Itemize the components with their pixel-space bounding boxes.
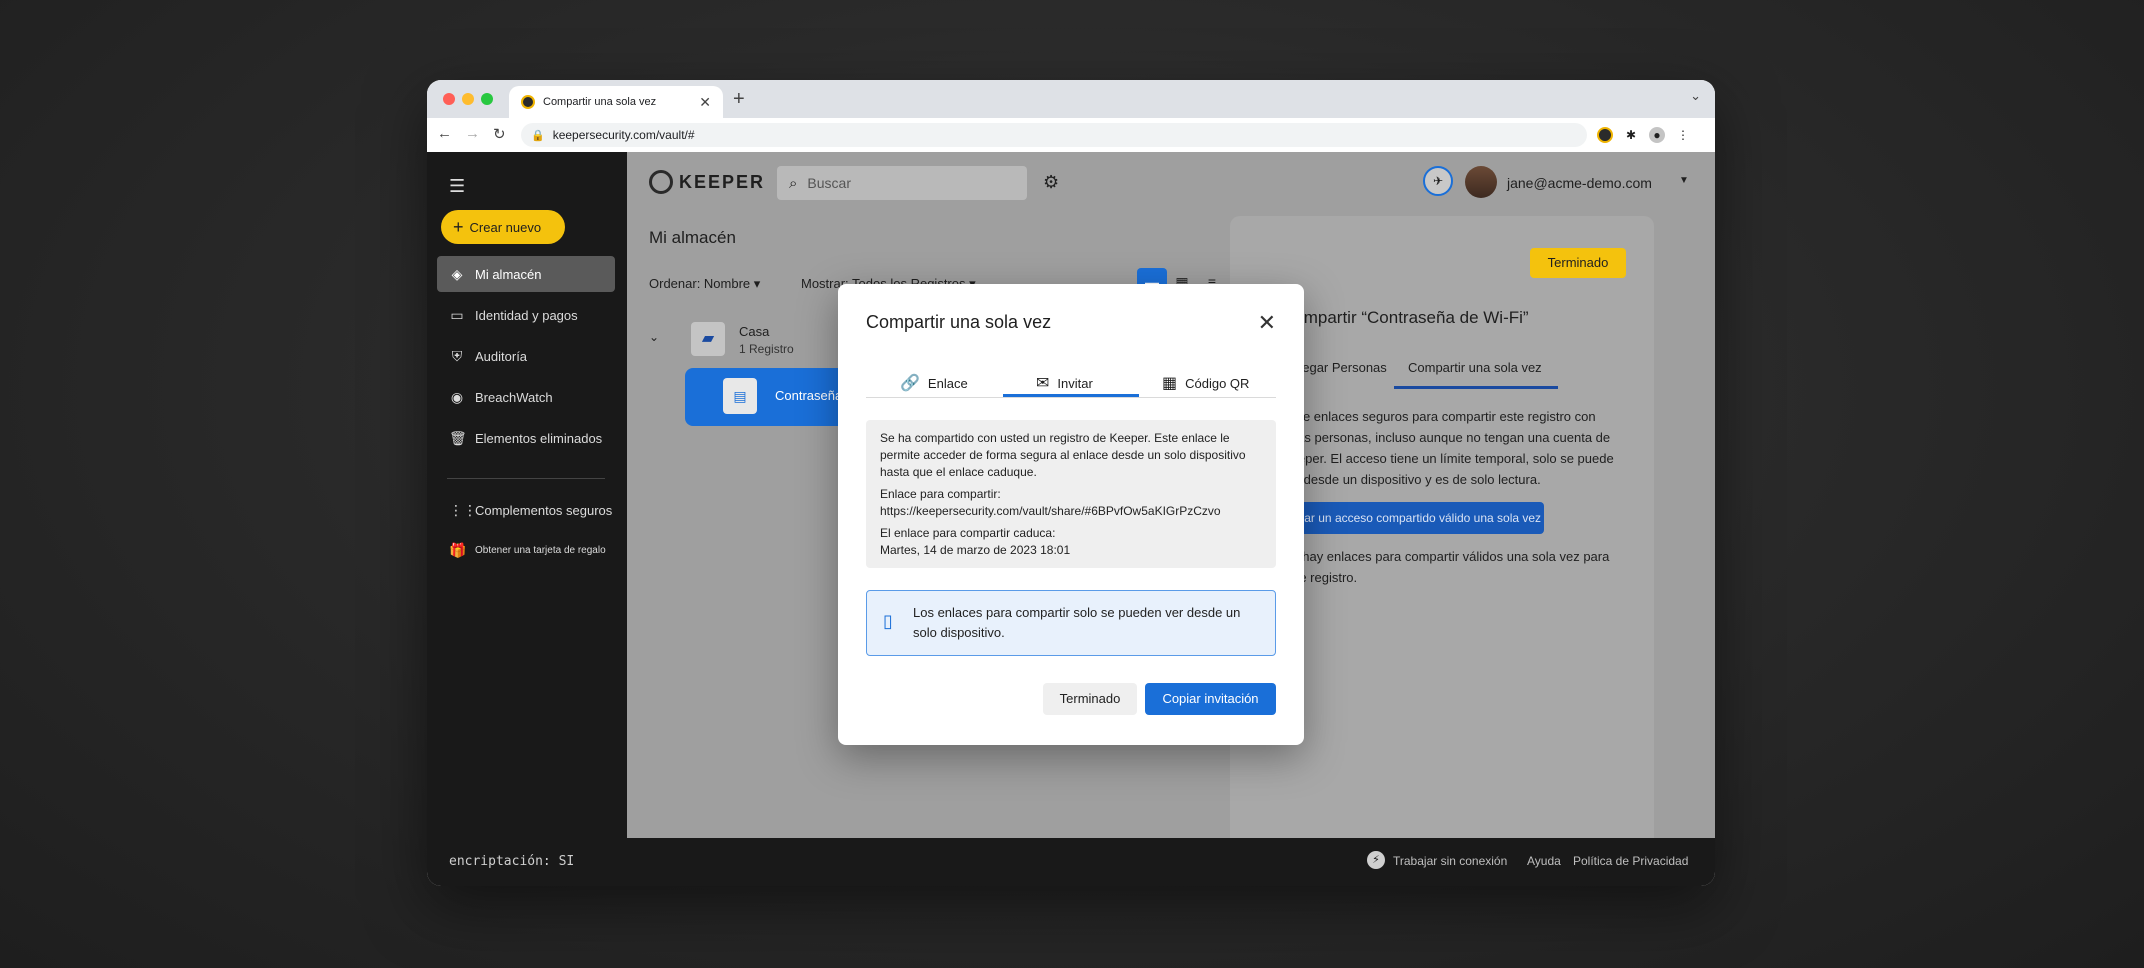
tab-close-icon[interactable]: ✕: [699, 94, 711, 111]
forward-icon[interactable]: →: [465, 125, 480, 142]
folder-icon: ▰: [691, 322, 725, 356]
keeper-favicon-icon: [521, 95, 535, 109]
sidebar-item-secure-addons[interactable]: ⋮⋮ Complementos seguros: [437, 492, 615, 528]
search-icon: ⌕: [789, 174, 798, 192]
sort-dropdown[interactable]: Ordenar: Nombre ▾: [649, 276, 760, 292]
create-one-time-share-button[interactable]: Crear un acceso compartido válido una so…: [1282, 502, 1544, 534]
close-icon[interactable]: ✕: [1258, 310, 1276, 336]
card-icon: ▭: [450, 306, 464, 323]
record-file-icon: ▤: [723, 378, 757, 414]
copy-invitation-button[interactable]: Copiar invitación: [1145, 683, 1276, 715]
expires-label: El enlace para compartir caduca:: [880, 526, 1056, 540]
profile-icon[interactable]: ●: [1649, 127, 1665, 143]
privacy-policy-link[interactable]: Política de Privacidad: [1573, 854, 1688, 868]
sidebar-item-audit[interactable]: ⛨ Auditoría: [437, 338, 615, 374]
browser-toolbar: ← → ↻ 🔒 keepersecurity.com/vault/# ✱ ● ⋮: [427, 118, 1715, 153]
panel-done-button[interactable]: Terminado: [1530, 248, 1626, 278]
keeper-logo: KEEPER: [649, 170, 765, 194]
account-email[interactable]: jane@acme-demo.com: [1507, 175, 1652, 191]
keeper-logo-icon: [649, 170, 673, 194]
page-title: Mi almacén: [649, 228, 736, 247]
folder-count: 1 Registro: [739, 342, 794, 356]
chevron-down-icon[interactable]: ⌄: [649, 330, 659, 344]
url-text: keepersecurity.com/vault/#: [552, 128, 695, 142]
search-input[interactable]: [805, 174, 1010, 192]
tab-qr-code[interactable]: ▦ Código QR: [1162, 368, 1249, 398]
help-link[interactable]: Ayuda: [1527, 854, 1561, 868]
tab-bar: Compartir una sola vez ✕ + ⌄: [427, 80, 1715, 118]
dialog-title: Compartir una sola vez: [866, 312, 1052, 332]
info-banner: ▯ Los enlaces para compartir solo se pue…: [866, 590, 1276, 656]
back-icon[interactable]: ←: [437, 125, 452, 142]
active-tab-indicator: [1394, 386, 1558, 389]
sidebar-item-gift-card[interactable]: 🎁 Obtener una tarjeta de regalo: [437, 532, 615, 568]
panel-note: No hay enlaces para compartir válidos un…: [1282, 549, 1610, 585]
device-icon: ▯: [883, 611, 893, 631]
folder-name: Casa: [739, 324, 770, 339]
new-tab-icon[interactable]: +: [733, 88, 745, 111]
tab-one-time-share[interactable]: Compartir una sola vez: [1408, 360, 1542, 375]
panel-title: Compartir “Contraseña de Wi-Fi”: [1282, 308, 1529, 327]
maximize-window-button[interactable]: [481, 93, 493, 105]
done-button[interactable]: Terminado: [1043, 683, 1137, 715]
invitation-message-box: Se ha compartido con usted un registro d…: [866, 420, 1276, 568]
close-window-button[interactable]: [443, 93, 455, 105]
extensions-puzzle-icon[interactable]: ✱: [1623, 127, 1639, 143]
work-offline-link[interactable]: Trabajar sin conexión: [1393, 854, 1507, 868]
avatar[interactable]: [1465, 166, 1497, 198]
trash-icon: 🗑: [449, 429, 467, 446]
grid-icon: ⋮⋮: [449, 501, 477, 518]
one-time-share-dialog: Compartir una sola vez ✕ 🔗 Enlace ✉ Invi…: [838, 284, 1304, 745]
footer: encriptación: SI ⚡ Trabajar sin conexión…: [427, 838, 1715, 886]
offline-bolt-icon[interactable]: ⚡: [1367, 851, 1385, 869]
tab-search-chevron-icon[interactable]: ⌄: [1690, 88, 1701, 104]
info-text: Los enlaces para compartir solo se puede…: [913, 605, 1241, 640]
invitation-message: Se ha compartido con usted un registro d…: [880, 431, 1246, 479]
sync-status-icon[interactable]: ✈: [1423, 166, 1453, 196]
browser-tab[interactable]: Compartir una sola vez ✕: [509, 86, 723, 118]
keeper-extension-icon[interactable]: [1597, 127, 1613, 143]
share-link-label: Enlace para compartir:: [880, 487, 1001, 501]
create-new-button[interactable]: + Crear nuevo: [441, 210, 565, 244]
sidebar-divider: [447, 478, 605, 479]
filter-sliders-icon[interactable]: ⚙: [1043, 172, 1059, 193]
link-icon: 🔗: [900, 375, 920, 392]
share-link-url: https://keepersecurity.com/vault/share/#…: [880, 504, 1221, 518]
active-tab-indicator: [1003, 394, 1139, 397]
gift-icon: 🎁: [449, 541, 467, 558]
chevron-down-icon[interactable]: ▼: [1679, 175, 1689, 186]
tab-link[interactable]: 🔗 Enlace: [900, 368, 968, 398]
encryption-status: encriptación: SI: [449, 854, 575, 869]
tab-divider: [866, 397, 1276, 398]
mail-icon: ✉: [1036, 375, 1050, 392]
shield-icon: ⛨: [451, 347, 463, 364]
reload-icon[interactable]: ↻: [493, 125, 506, 143]
breachwatch-icon: ◉: [450, 388, 464, 405]
address-bar[interactable]: 🔒 keepersecurity.com/vault/#: [521, 123, 1587, 147]
search-box[interactable]: ⌕: [777, 166, 1027, 200]
lock-icon: 🔒: [531, 129, 545, 142]
browser-menu-icon[interactable]: ⋮: [1675, 127, 1691, 143]
sidebar: ☰ + Crear nuevo ◈ Mi almacén ▭ Identidad…: [427, 152, 627, 838]
panel-description: Cree enlaces seguros para compartir este…: [1282, 409, 1614, 487]
plus-icon: +: [453, 216, 464, 237]
qr-code-icon: ▦: [1162, 375, 1178, 392]
sidebar-item-vault[interactable]: ◈ Mi almacén: [437, 256, 615, 292]
vault-icon: ◈: [451, 265, 463, 282]
expires-date: Martes, 14 de marzo de 2023 18:01: [880, 543, 1071, 557]
sidebar-item-deleted[interactable]: 🗑 Elementos eliminados: [437, 420, 615, 456]
sidebar-item-breachwatch[interactable]: ◉ BreachWatch: [437, 379, 615, 415]
hamburger-menu-icon[interactable]: ☰: [449, 176, 465, 197]
tab-title: Compartir una sola vez: [543, 96, 657, 108]
sidebar-item-identity-payments[interactable]: ▭ Identidad y pagos: [437, 297, 615, 333]
minimize-window-button[interactable]: [462, 93, 474, 105]
